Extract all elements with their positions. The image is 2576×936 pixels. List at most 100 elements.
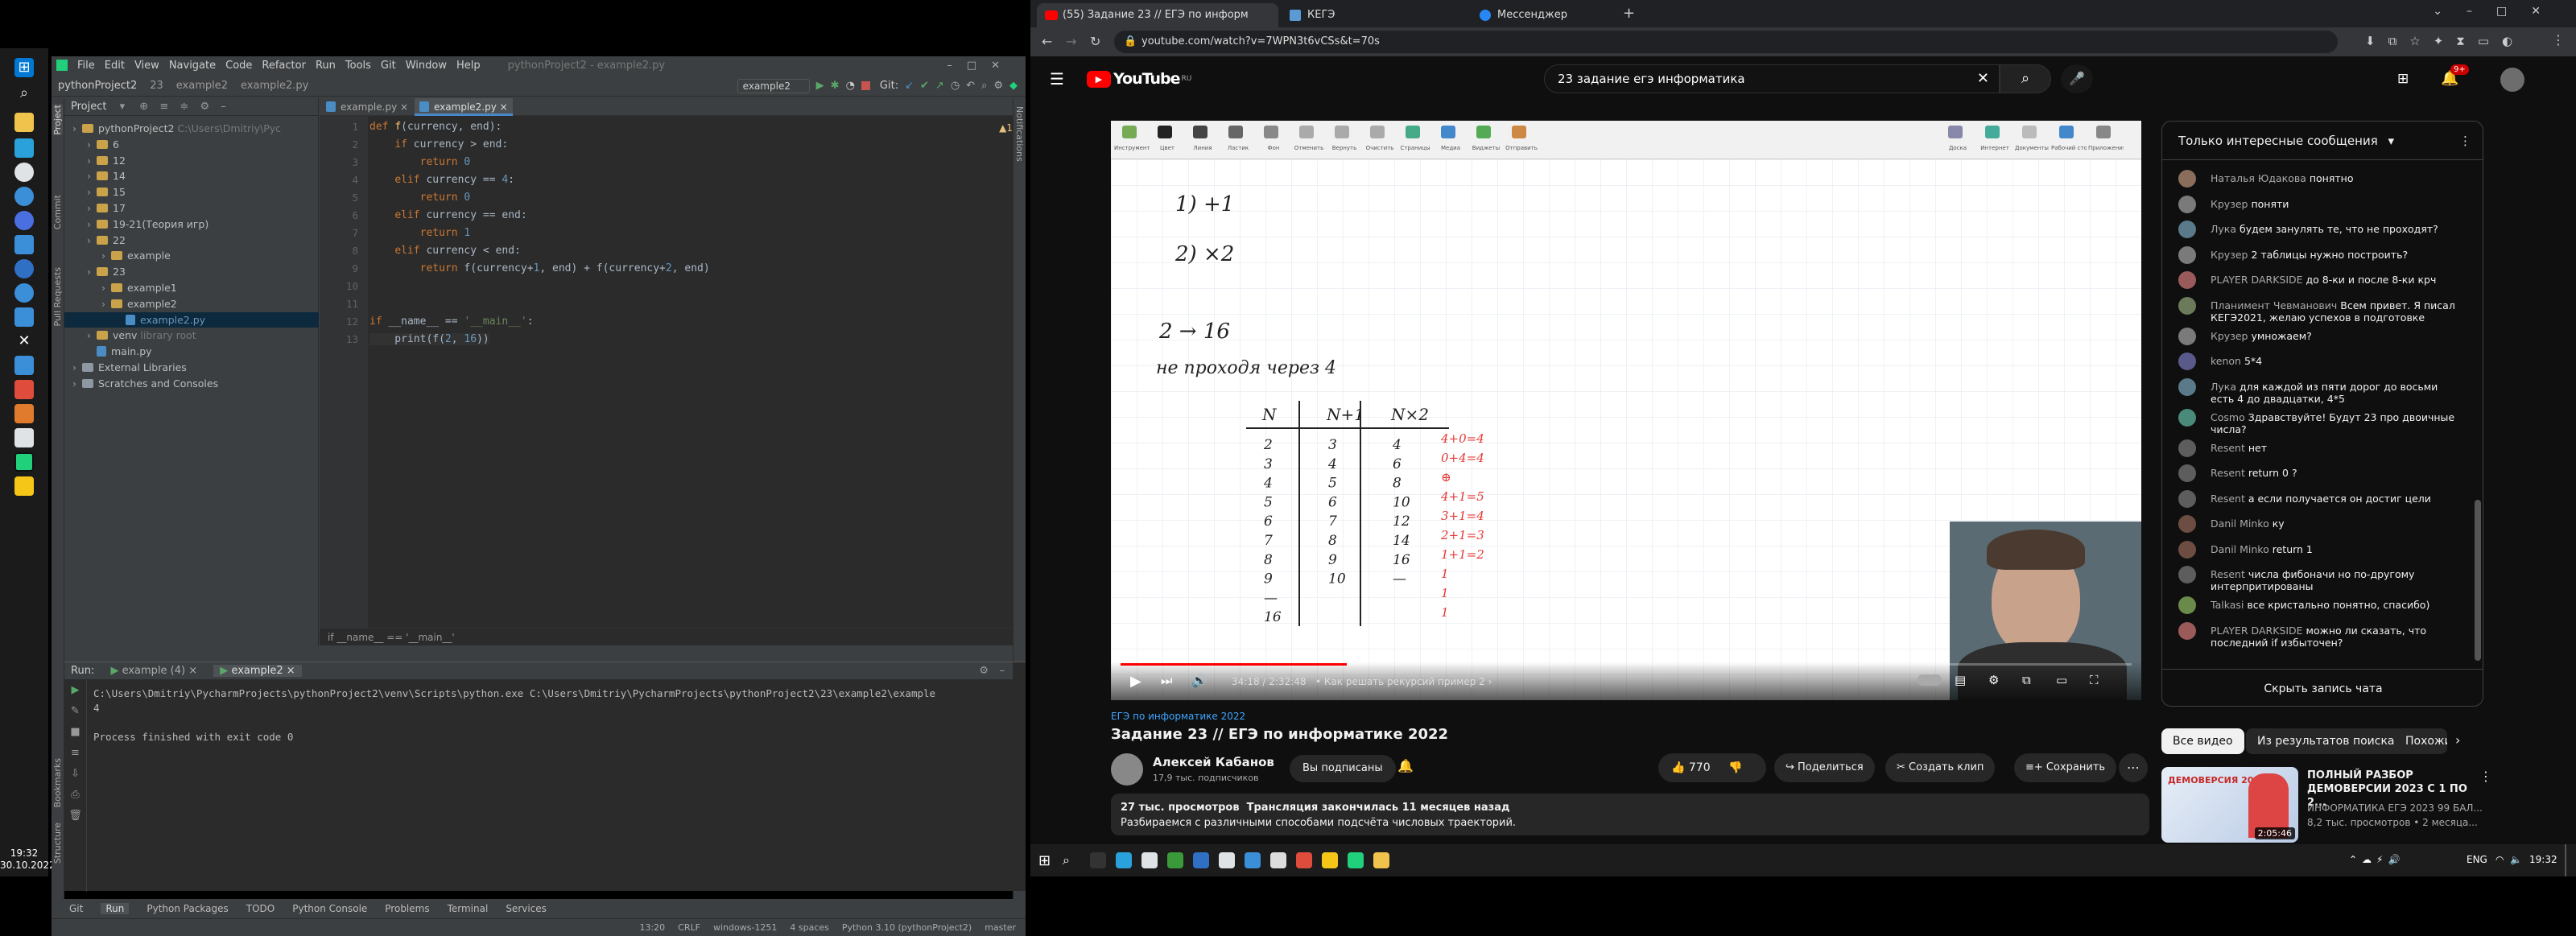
- chat-avatar[interactable]: [2178, 327, 2196, 345]
- tree-item[interactable]: › 17: [64, 200, 319, 216]
- menu-kebab-icon[interactable]: ⋮: [2479, 769, 2492, 784]
- menu-window[interactable]: Window: [406, 60, 447, 72]
- chevron-icon[interactable]: ›: [72, 121, 82, 136]
- search-input[interactable]: 23 задание егэ информатика ✕: [1544, 64, 2000, 93]
- print-icon[interactable]: ⎙: [64, 785, 86, 806]
- breadcrumb-subfolder[interactable]: example2: [176, 80, 228, 92]
- taskbar-app-icon[interactable]: [1296, 852, 1312, 868]
- like-button[interactable]: 👍 770 👎: [1658, 753, 1766, 782]
- autoplay-toggle[interactable]: [1918, 674, 1942, 686]
- taskbar-app-icon[interactable]: [1141, 852, 1158, 868]
- tab-example2-py[interactable]: example2.py ×: [415, 98, 513, 116]
- taskbar-app-icon[interactable]: [1322, 852, 1338, 868]
- search-icon[interactable]: ⌕: [981, 80, 987, 92]
- tree-item[interactable]: › example1: [64, 280, 319, 295]
- chat-message[interactable]: Resent return 0 ?: [2178, 464, 2460, 482]
- tool-python-console[interactable]: Python Console: [292, 903, 367, 914]
- chat-author[interactable]: Наталья Юдакова: [2211, 172, 2310, 184]
- tree-item[interactable]: › Scratches and Consoles: [64, 376, 319, 391]
- git-commit-icon[interactable]: ✔: [920, 80, 929, 92]
- tool-problems[interactable]: Problems: [385, 903, 429, 914]
- tray-icons[interactable]: ⌃☁⚡🔊: [2349, 854, 2405, 865]
- bell-icon[interactable]: 🔔: [1397, 758, 1414, 773]
- chat-author[interactable]: PLAYER DARKSIDE: [2211, 274, 2306, 286]
- chat-message[interactable]: Resent числа фибоначи но по-другому инте…: [2178, 566, 2460, 592]
- tool-tab-bookmarks[interactable]: Bookmarks: [52, 758, 63, 807]
- chevron-icon[interactable]: ›: [101, 296, 111, 311]
- chevron-icon[interactable]: ›: [101, 248, 111, 263]
- code-line[interactable]: elif currency == 4:: [369, 174, 514, 186]
- miniplayer-icon[interactable]: ⧉: [2022, 673, 2031, 687]
- chat-author[interactable]: Resent: [2211, 493, 2248, 505]
- tool-tab-commit[interactable]: Commit: [52, 195, 63, 229]
- share-button[interactable]: ↪ Поделиться: [1774, 753, 1875, 782]
- volume-icon[interactable]: 🔊: [1191, 673, 1208, 688]
- stop-icon[interactable]: [861, 81, 870, 90]
- app-icon[interactable]: [14, 356, 34, 375]
- chip-search-results[interactable]: Из результатов поиска: [2246, 728, 2406, 754]
- whiteboard-tool-icon[interactable]: [1370, 126, 1385, 138]
- progress-bar[interactable]: [1121, 663, 2132, 666]
- chat-avatar[interactable]: [2178, 540, 2196, 559]
- layout-icon[interactable]: ≡: [64, 743, 86, 764]
- avatar[interactable]: [2500, 68, 2524, 92]
- collapse-icon[interactable]: ≡: [159, 101, 168, 113]
- tree-item[interactable]: › 6: [64, 137, 319, 152]
- breadcrumb-file[interactable]: example2.py: [241, 80, 308, 92]
- gear-icon[interactable]: ⚙: [200, 101, 209, 113]
- chat-avatar[interactable]: [2178, 566, 2196, 583]
- extension-icons[interactable]: ⬇⧉☆✦⧗▭◐: [2365, 34, 2525, 48]
- whiteboard-tool-icon[interactable]: [1512, 126, 1526, 138]
- chat-author[interactable]: Talkasi: [2211, 599, 2247, 611]
- forward-icon[interactable]: →: [1066, 34, 1076, 49]
- breadcrumb-folder[interactable]: 23: [150, 80, 163, 92]
- taskbar-app-icon[interactable]: [1219, 852, 1235, 868]
- recommended-thumbnail[interactable]: ДЕМОВЕРСИЯ 2023 2:05:46: [2161, 767, 2298, 843]
- fullscreen-icon[interactable]: ⛶: [2090, 673, 2099, 687]
- chat-author[interactable]: Лука: [2211, 381, 2240, 393]
- tree-item[interactable]: › 14: [64, 168, 319, 183]
- chat-avatar[interactable]: [2178, 515, 2196, 533]
- code-line[interactable]: if __name__ == '__main__':: [369, 315, 534, 328]
- hide-icon[interactable]: –: [1000, 662, 1005, 680]
- chat-avatar[interactable]: [2178, 170, 2196, 188]
- chat-author[interactable]: Лука: [2211, 223, 2240, 235]
- chat-message[interactable]: Наталья Юдакова понятно: [2178, 170, 2460, 188]
- chat-message[interactable]: PLAYER DARKSIDE можно ли сказать, что по…: [2178, 621, 2460, 649]
- chat-avatar[interactable]: [2178, 439, 2196, 457]
- tool-tab-notifications[interactable]: Notifications: [1014, 106, 1025, 162]
- clip-button[interactable]: ✂ Создать клип: [1885, 753, 1996, 782]
- app-icon[interactable]: [14, 307, 34, 327]
- chat-author[interactable]: Крузер: [2211, 330, 2251, 342]
- history-icon[interactable]: ◷: [951, 80, 960, 92]
- chat-author[interactable]: Resent: [2211, 442, 2248, 454]
- chevron-icon[interactable]: ›: [87, 328, 97, 343]
- more-actions-icon[interactable]: ⋯: [2119, 753, 2148, 782]
- chat-author[interactable]: Danil Minko: [2211, 543, 2273, 555]
- chevron-down-icon[interactable]: ▾: [120, 101, 126, 113]
- rollback-icon[interactable]: ↶: [966, 80, 975, 92]
- chat-avatar[interactable]: [2178, 489, 2196, 508]
- hide-chat-button[interactable]: Скрыть запись чата: [2162, 669, 2483, 706]
- play-icon[interactable]: ▶: [1130, 673, 1141, 690]
- code-line[interactable]: return 0: [369, 156, 471, 168]
- menu-help[interactable]: Help: [456, 60, 481, 72]
- chat-author[interactable]: Крузер: [2211, 249, 2251, 261]
- taskbar-app-icon[interactable]: [1348, 852, 1364, 868]
- tool-services[interactable]: Services: [506, 903, 547, 914]
- chat-message[interactable]: Крузер поняти: [2178, 195, 2460, 213]
- chat-avatar[interactable]: [2178, 408, 2196, 427]
- status-position[interactable]: 13:20: [639, 922, 665, 933]
- chat-message[interactable]: Крузер умножаем?: [2178, 327, 2460, 345]
- save-button[interactable]: ≡+ Сохранить: [2014, 753, 2117, 782]
- theater-icon[interactable]: ▭: [2056, 673, 2067, 687]
- editor-breadcrumb[interactable]: if __name__ == '__main__': [320, 628, 1026, 645]
- delete-icon[interactable]: 🗑: [64, 806, 86, 827]
- code-line[interactable]: return 1: [369, 227, 471, 239]
- whiteboard-tool-icon[interactable]: [1264, 126, 1278, 138]
- chevron-icon[interactable]: ›: [87, 153, 97, 168]
- tree-item[interactable]: main.py: [64, 344, 319, 359]
- chat-message[interactable]: Крузер 2 таблицы нужно построить?: [2178, 245, 2460, 264]
- tool-tab-structure[interactable]: Structure: [52, 823, 63, 864]
- app-icon[interactable]: [14, 235, 34, 254]
